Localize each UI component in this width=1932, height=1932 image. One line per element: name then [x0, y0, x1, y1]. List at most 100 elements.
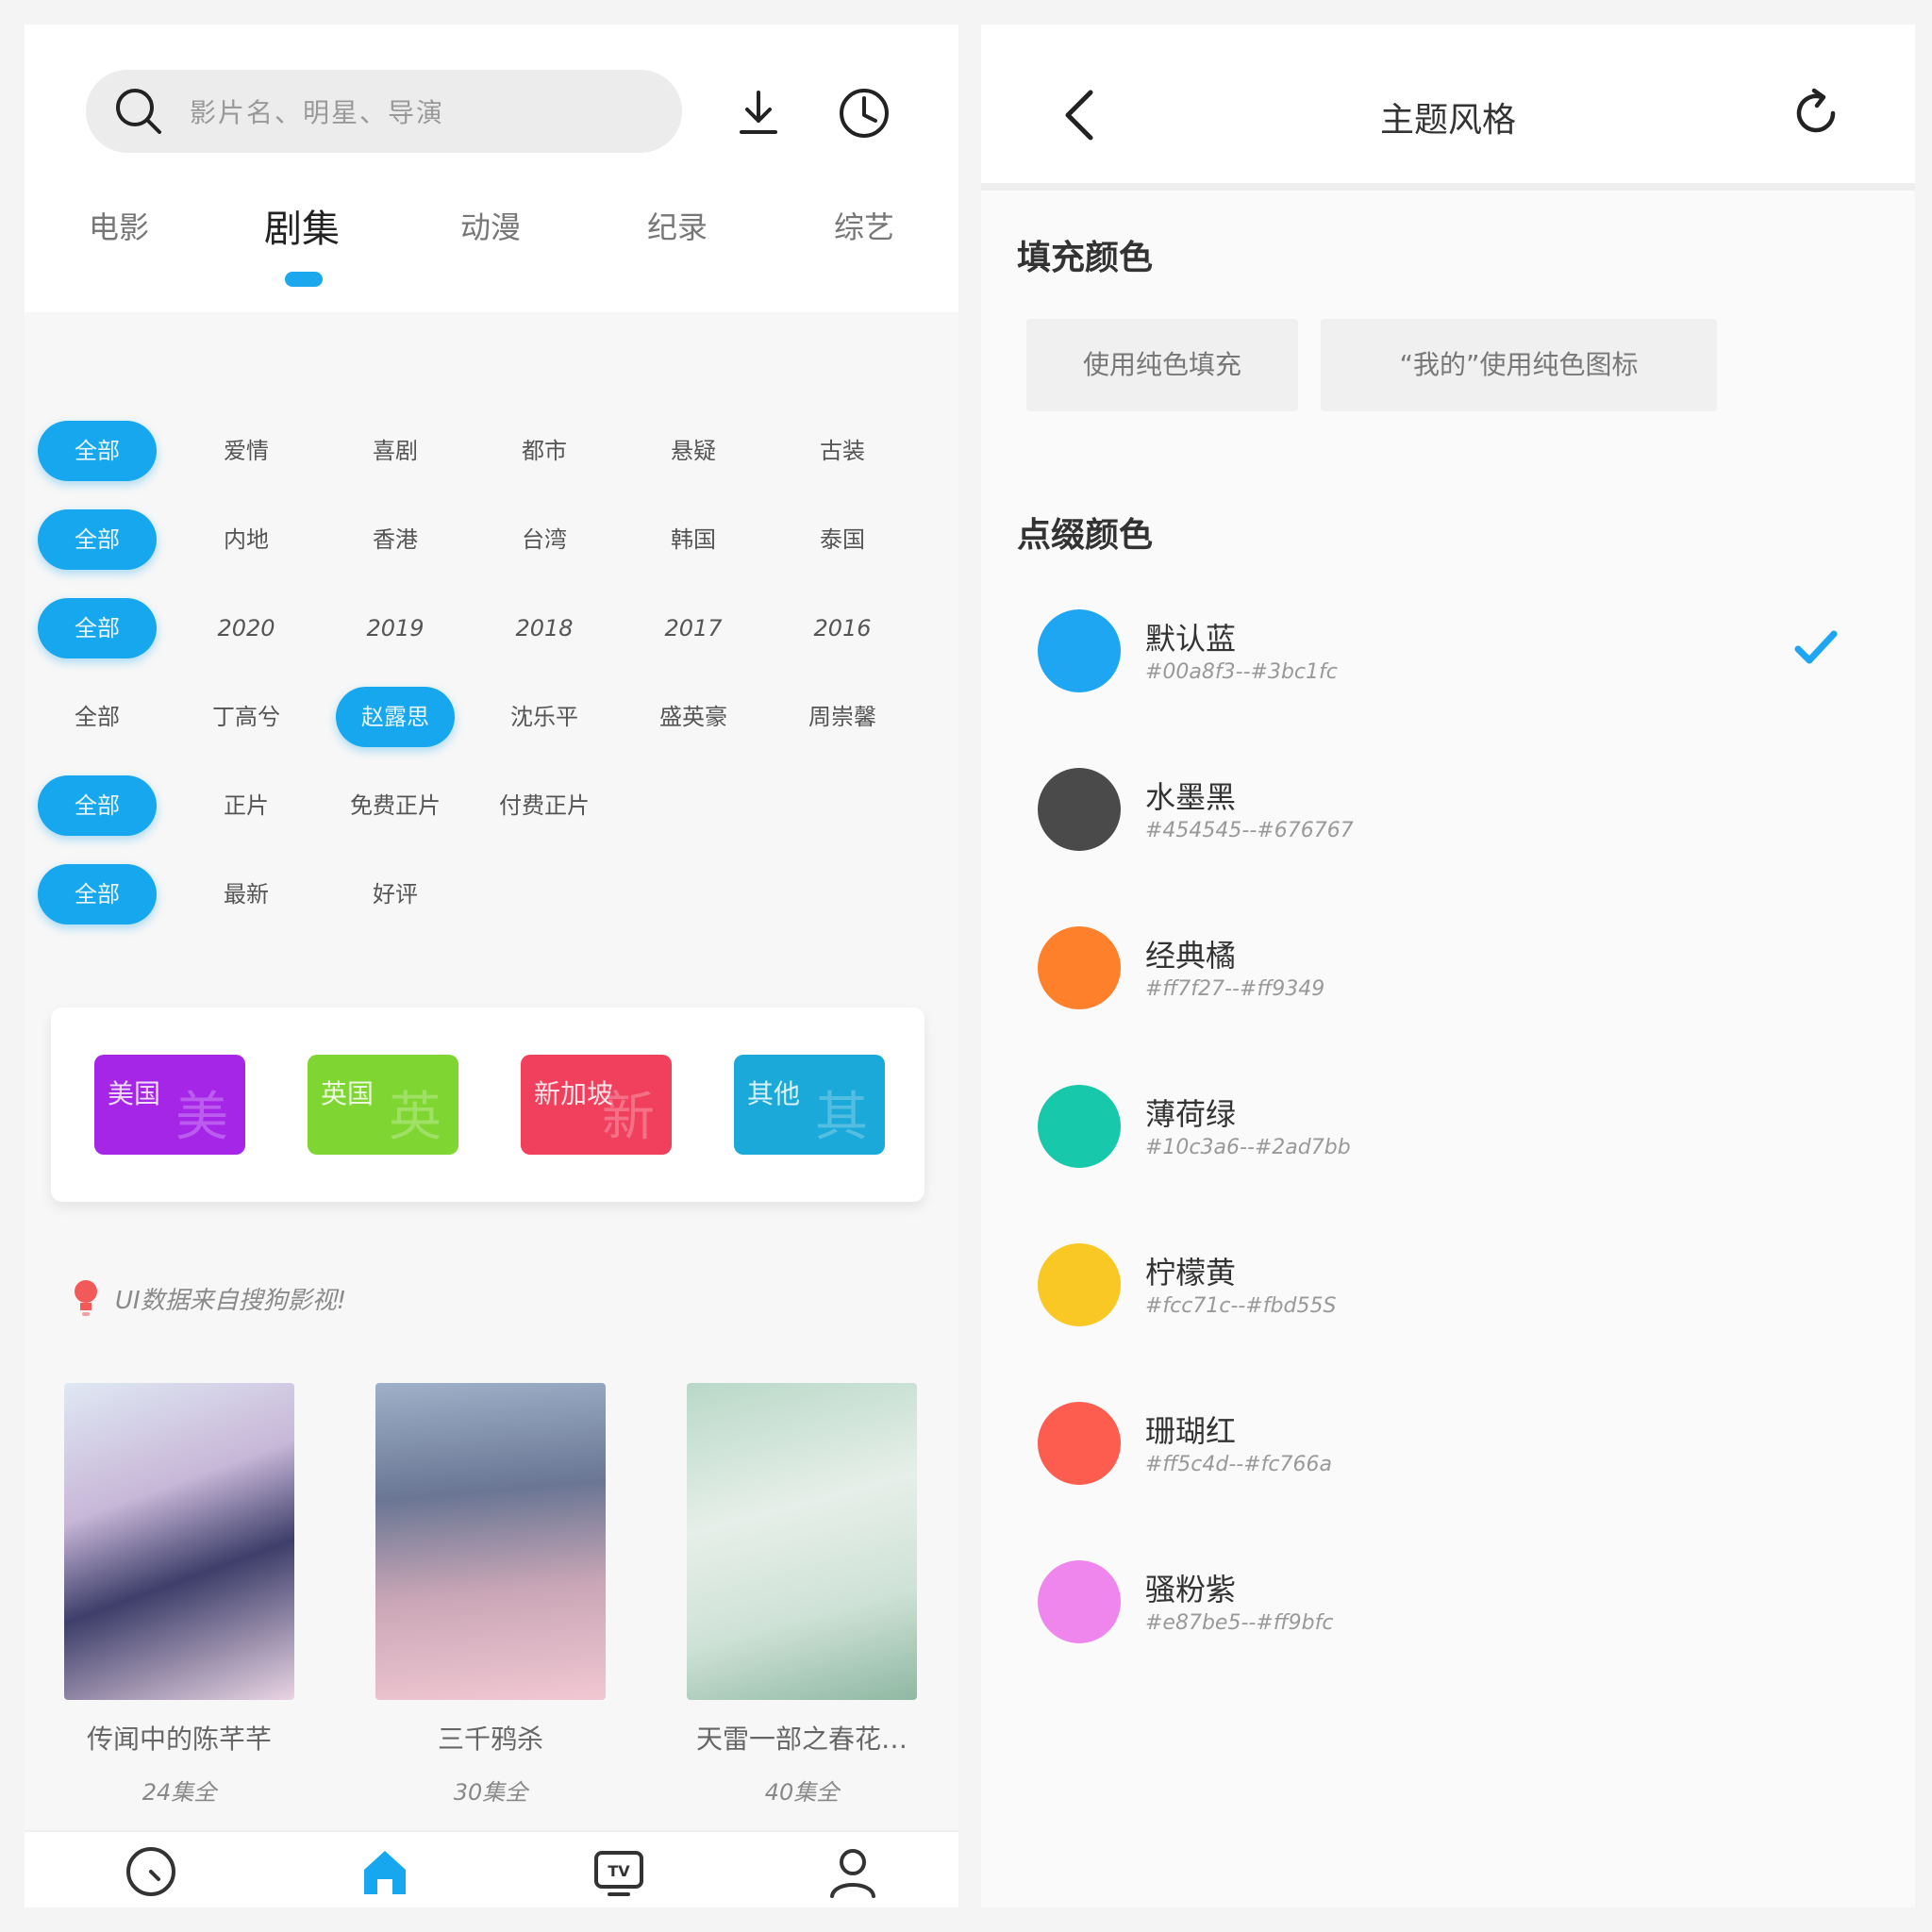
- poster-episode-count: 24集全: [142, 1779, 217, 1806]
- filter-chip[interactable]: 赵露思: [336, 687, 455, 747]
- color-name: 薄荷绿: [1145, 1096, 1237, 1132]
- filter-chip[interactable]: 全部: [38, 421, 157, 481]
- filter-chip[interactable]: 2019: [336, 598, 455, 658]
- region-card-singapore[interactable]: 新加坡 新: [521, 1055, 672, 1155]
- accent-color-heading: 点缀颜色: [1017, 516, 1154, 555]
- filter-chip[interactable]: 古装: [783, 421, 902, 481]
- filter-chip[interactable]: 泰国: [783, 509, 902, 570]
- filter-row-star: 全部 丁高兮 赵露思 沈乐平 盛英豪 周崇馨: [25, 687, 958, 747]
- filter-row-sort: 全部 最新 好评: [25, 864, 958, 924]
- refresh-icon[interactable]: [1788, 85, 1844, 142]
- filter-chip[interactable]: 香港: [336, 509, 455, 570]
- color-option-orange[interactable]: 经典橘 #ff7f27--#ff9349: [1038, 926, 1849, 1021]
- tab-variety[interactable]: 综艺: [798, 204, 930, 247]
- region-watermark: 其: [815, 1087, 868, 1148]
- solid-icon-option[interactable]: “我的”使用纯色图标: [1321, 319, 1717, 411]
- poster-card[interactable]: 天雷一部之春花… 40集全: [687, 1383, 917, 1807]
- filter-chip[interactable]: 免费正片: [336, 775, 455, 836]
- filter-chip[interactable]: 全部: [38, 687, 157, 747]
- color-name: 柠檬黄: [1145, 1255, 1237, 1291]
- region-name: 英国: [321, 1078, 375, 1109]
- solid-fill-option[interactable]: 使用纯色填充: [1026, 319, 1298, 411]
- filter-chip[interactable]: 周崇馨: [783, 687, 902, 747]
- page-title: 主题风格: [1379, 101, 1516, 140]
- poster-card[interactable]: 三千鸦杀 30集全: [375, 1383, 606, 1807]
- search-bar[interactable]: 影片名、明星、导演: [86, 70, 682, 153]
- browse-header: 影片名、明星、导演 电影 剧集 动漫 纪录 综艺: [25, 25, 958, 312]
- tab-documentary[interactable]: 纪录: [611, 204, 743, 247]
- poster-image: [64, 1383, 294, 1700]
- filter-chip[interactable]: 悬疑: [634, 421, 753, 481]
- color-swatch: [1038, 1560, 1121, 1643]
- filter-chip[interactable]: 好评: [336, 864, 455, 924]
- tip-text: UI数据来自搜狗影视!: [115, 1286, 347, 1315]
- color-option-green[interactable]: 薄荷绿 #10c3a6--#2ad7bb: [1038, 1085, 1849, 1179]
- filter-chip[interactable]: 全部: [38, 509, 157, 570]
- clock-icon[interactable]: [123, 1843, 179, 1900]
- tab-anime[interactable]: 动漫: [425, 204, 557, 247]
- poster-episode-count: 30集全: [453, 1779, 528, 1806]
- filter-chip[interactable]: 台湾: [485, 509, 604, 570]
- filter-chip[interactable]: 全部: [38, 864, 157, 924]
- color-name: 默认蓝: [1145, 621, 1237, 657]
- filter-chip[interactable]: 盛英豪: [634, 687, 753, 747]
- history-icon[interactable]: [836, 85, 892, 142]
- search-placeholder: 影片名、明星、导演: [190, 97, 445, 128]
- theme-style-panel: 主题风格 填充颜色 使用纯色填充 “我的”使用纯色图标 点缀颜色 默认蓝 #00…: [981, 25, 1915, 1907]
- filter-chip[interactable]: 2017: [634, 598, 753, 658]
- filter-chip[interactable]: 都市: [485, 421, 604, 481]
- region-watermark: 新: [602, 1087, 655, 1148]
- color-option-red[interactable]: 珊瑚红 #ff5c4d--#fc766a: [1038, 1402, 1849, 1496]
- region-watermark: 美: [175, 1087, 228, 1148]
- color-swatch: [1038, 768, 1121, 851]
- color-option-yellow[interactable]: 柠檬黄 #fcc71c--#fbd55S: [1038, 1243, 1849, 1338]
- user-icon[interactable]: [824, 1843, 881, 1900]
- filter-chip[interactable]: 丁高兮: [187, 687, 306, 747]
- color-code: #454545--#676767: [1145, 819, 1354, 842]
- color-swatch: [1038, 926, 1121, 1009]
- color-option-blue[interactable]: 默认蓝 #00a8f3--#3bc1fc: [1038, 609, 1849, 704]
- lightbulb-icon: [75, 1280, 97, 1316]
- region-card-uk[interactable]: 英国 英: [308, 1055, 458, 1155]
- region-card-other[interactable]: 其他 其: [734, 1055, 885, 1155]
- filter-chip[interactable]: 爱情: [187, 421, 306, 481]
- color-code: #e87be5--#ff9bfc: [1145, 1611, 1334, 1635]
- poster-episode-count: 40集全: [764, 1779, 840, 1806]
- filter-chip[interactable]: 2018: [485, 598, 604, 658]
- color-swatch: [1038, 609, 1121, 692]
- fill-color-heading: 填充颜色: [1017, 239, 1154, 277]
- poster-image: [375, 1383, 606, 1700]
- filter-row-genre: 全部 爱情 喜剧 都市 悬疑 古装: [25, 421, 958, 481]
- tv-icon[interactable]: TV: [591, 1843, 647, 1900]
- download-icon[interactable]: [730, 85, 787, 142]
- filter-chip[interactable]: 内地: [187, 509, 306, 570]
- region-card-us[interactable]: 美国 美: [94, 1055, 245, 1155]
- color-swatch: [1038, 1243, 1121, 1326]
- filter-chip[interactable]: 全部: [38, 598, 157, 658]
- color-name: 骚粉紫: [1145, 1572, 1237, 1607]
- color-code: #ff5c4d--#fc766a: [1145, 1453, 1332, 1476]
- filter-chip[interactable]: 最新: [187, 864, 306, 924]
- filter-chip[interactable]: 喜剧: [336, 421, 455, 481]
- filter-chip[interactable]: 2016: [783, 598, 902, 658]
- tab-series[interactable]: 剧集: [236, 198, 368, 253]
- color-option-black[interactable]: 水墨黑 #454545--#676767: [1038, 768, 1849, 862]
- tab-movie[interactable]: 电影: [53, 204, 185, 247]
- filter-chip[interactable]: 沈乐平: [485, 687, 604, 747]
- filter-row-resource: 全部 正片 免费正片 付费正片: [25, 775, 958, 836]
- browse-panel: 影片名、明星、导演 电影 剧集 动漫 纪录 综艺 全部 爱情 喜剧 都市 悬疑 …: [25, 25, 958, 1907]
- color-option-purple[interactable]: 骚粉紫 #e87be5--#ff9bfc: [1038, 1560, 1849, 1655]
- filter-row-region: 全部 内地 香港 台湾 韩国 泰国: [25, 509, 958, 570]
- poster-card[interactable]: 传闻中的陈芊芊 24集全: [64, 1383, 294, 1807]
- filter-chip[interactable]: 正片: [187, 775, 306, 836]
- color-swatch: [1038, 1402, 1121, 1485]
- home-icon[interactable]: [357, 1843, 413, 1900]
- color-code: #fcc71c--#fbd55S: [1145, 1294, 1337, 1318]
- filter-chip[interactable]: 付费正片: [485, 775, 604, 836]
- filter-chip[interactable]: 韩国: [634, 509, 753, 570]
- poster-image: [687, 1383, 917, 1700]
- filter-chip[interactable]: 全部: [38, 775, 157, 836]
- region-name: 美国: [108, 1078, 161, 1109]
- filter-chip[interactable]: 2020: [187, 598, 306, 658]
- region-name: 其他: [747, 1078, 801, 1109]
